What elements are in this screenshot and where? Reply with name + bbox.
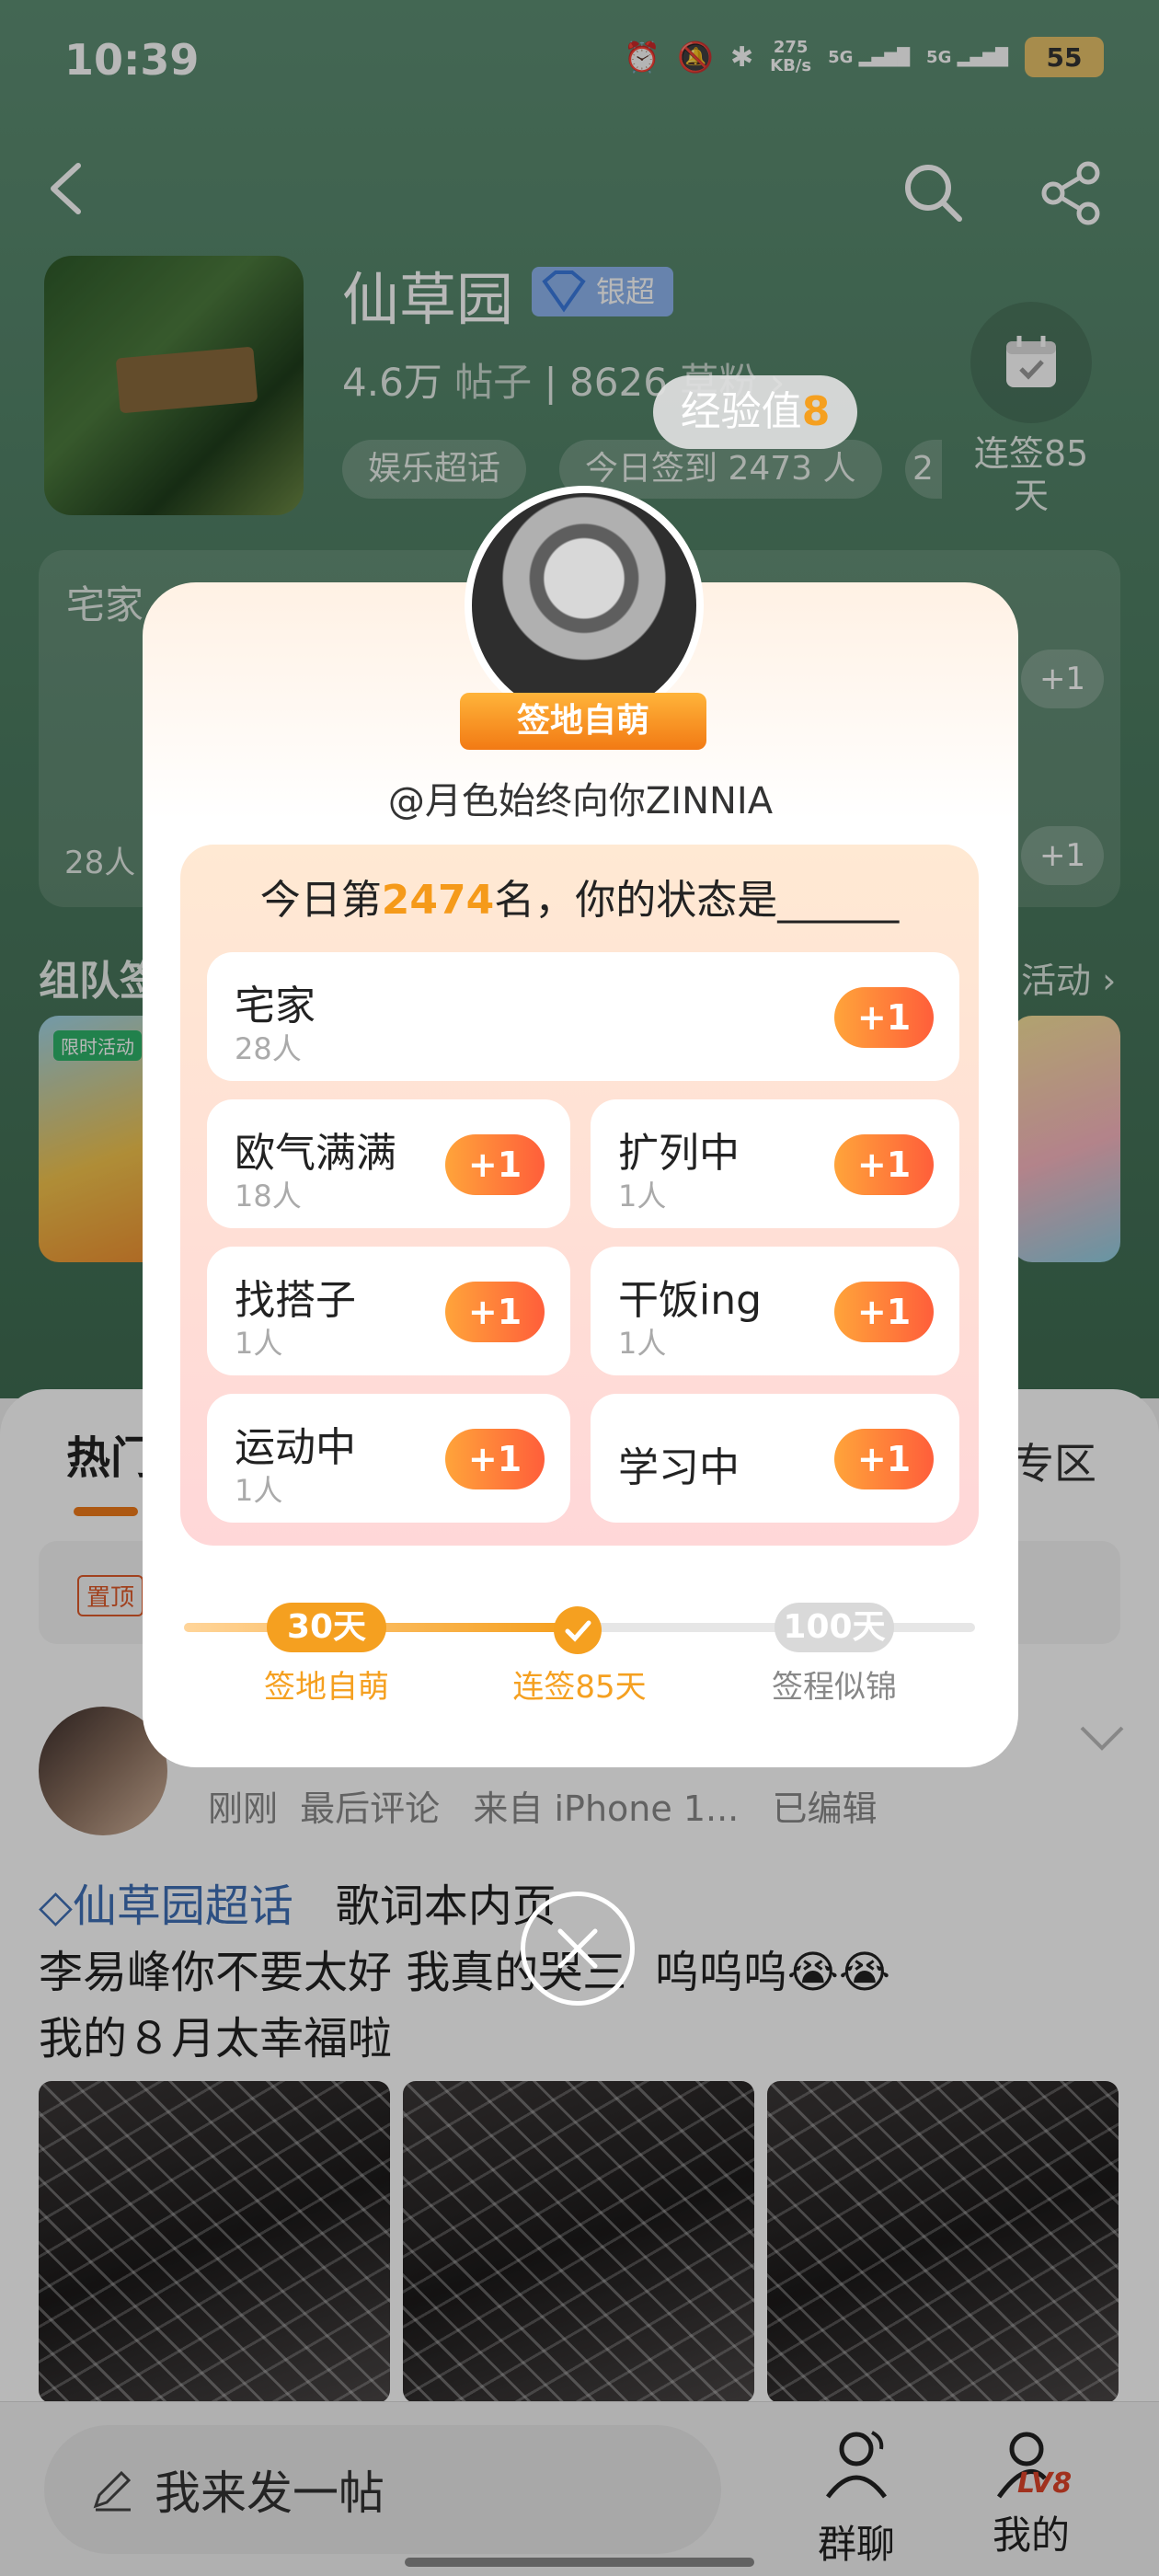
milestone-label-3: 签程似锦: [772, 1669, 897, 1706]
close-button[interactable]: [521, 1892, 635, 2006]
status-option-lucky[interactable]: 欧气满满 18人 +1: [207, 1099, 570, 1228]
check-icon: [565, 1620, 591, 1642]
status-option-exercise[interactable]: 运动中 1人 +1: [207, 1394, 570, 1523]
plus-one-button[interactable]: +1: [834, 987, 934, 1048]
current-progress-check: [554, 1606, 602, 1654]
plus-one-button[interactable]: +1: [834, 1134, 934, 1195]
user-avatar: [465, 486, 704, 725]
experience-bubble: 经验值8: [653, 375, 857, 449]
status-option-buddy[interactable]: 找搭子 1人 +1: [207, 1247, 570, 1375]
plus-one-button[interactable]: +1: [834, 1429, 934, 1489]
milestone-100-badge: 100天: [775, 1603, 894, 1652]
milestone-label-2: 连签85天: [512, 1669, 647, 1706]
status-option-study[interactable]: 学习中 +1: [591, 1394, 959, 1523]
milestone-label-1: 签地自萌: [264, 1669, 389, 1706]
milestone-30-badge: 30天: [267, 1603, 386, 1652]
plus-one-button[interactable]: +1: [445, 1282, 545, 1342]
username: @月色始终向你ZINNIA: [387, 780, 774, 822]
status-option-home[interactable]: 宅家 28人 +1: [207, 952, 959, 1081]
plus-one-button[interactable]: +1: [445, 1429, 545, 1489]
status-option-expand[interactable]: 扩列中 1人 +1: [591, 1099, 959, 1228]
plus-one-button[interactable]: +1: [834, 1282, 934, 1342]
status-option-eating[interactable]: 干饭ing 1人 +1: [591, 1247, 959, 1375]
plus-one-button[interactable]: +1: [445, 1134, 545, 1195]
close-icon: [557, 1928, 598, 1969]
checkin-title-ribbon: 签地自萌: [460, 693, 706, 750]
status-question: 今日第2474名，你的状态是______: [259, 877, 900, 924]
